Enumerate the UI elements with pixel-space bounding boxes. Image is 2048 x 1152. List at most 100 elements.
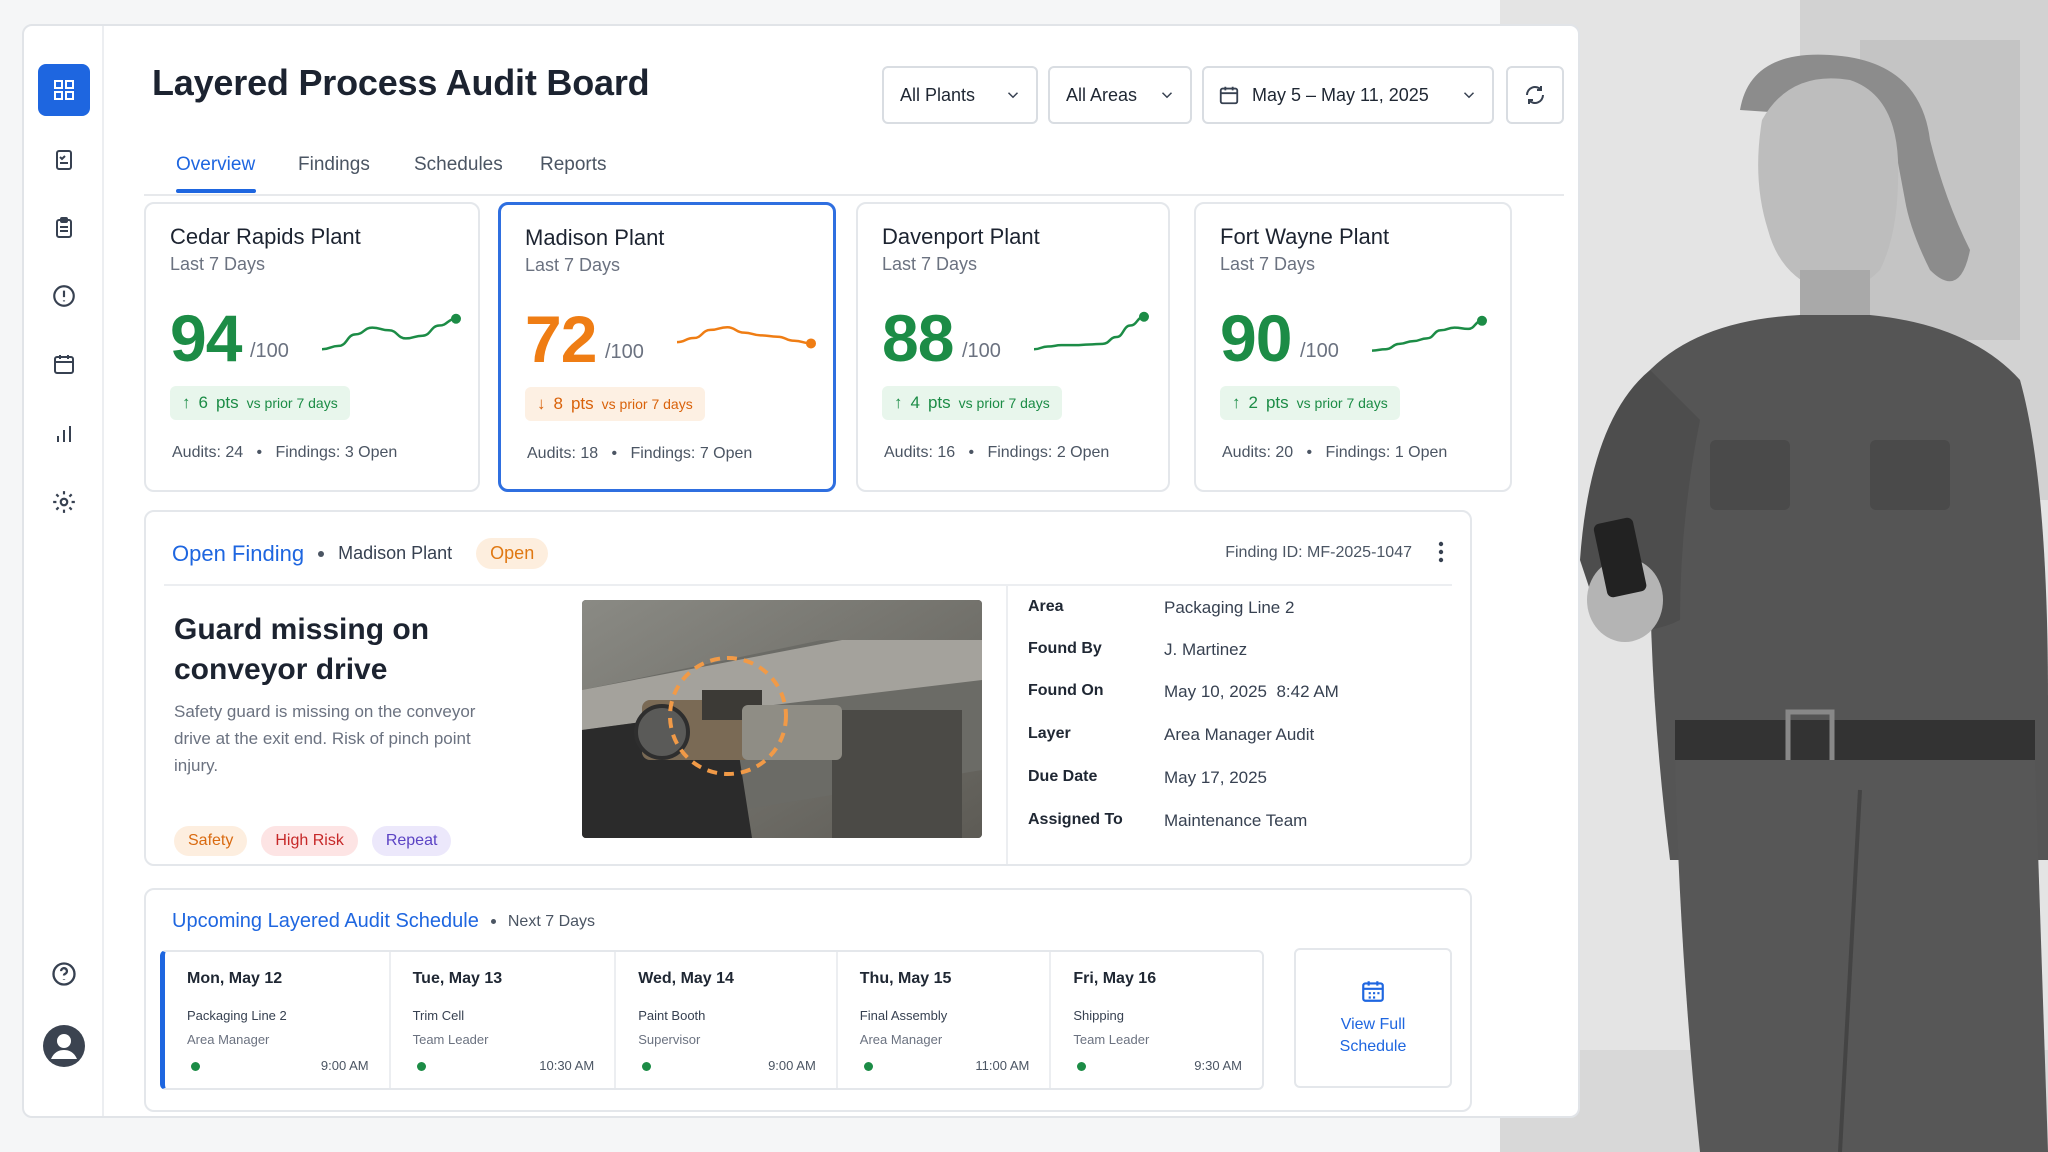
area-filter-dropdown[interactable]: All Areas (1048, 66, 1192, 124)
arrow-up-icon: ↑ (1232, 393, 1241, 412)
day-role: Supervisor (638, 1032, 701, 1047)
sidebar (24, 26, 104, 1116)
schedule-day[interactable]: Wed, May 14 Paint Booth Supervisor 9:00 … (616, 952, 838, 1088)
chevron-down-icon (1161, 92, 1173, 99)
score-delta-badge: ↑ 4 pts vs prior 7 days (882, 386, 1062, 420)
view-full-schedule-button[interactable]: View Full Schedule (1294, 948, 1452, 1088)
plant-period: Last 7 Days (525, 255, 621, 275)
detail-value: J. Martinez (1164, 640, 1248, 659)
score-max: /100 (1300, 340, 1339, 362)
plant-name: Madison Plant (525, 225, 665, 250)
tab-findings[interactable]: Findings (298, 154, 370, 176)
plant-name: Cedar Rapids Plant (170, 224, 361, 249)
plant-period: Last 7 Days (170, 254, 266, 274)
schedule-day[interactable]: Thu, May 15 Final Assembly Area Manager … (838, 952, 1052, 1088)
detail-key: Layer (1028, 725, 1071, 742)
plant-score: 88 (882, 301, 954, 375)
plant-card-cedar-rapids[interactable]: Cedar Rapids Plant Last 7 Days 94 /100 ↑… (144, 202, 480, 492)
help-icon[interactable] (38, 948, 90, 1000)
score-delta-badge: ↑ 6 pts vs prior 7 days (170, 386, 350, 420)
score-delta-badge: ↑ 2 pts vs prior 7 days (1220, 386, 1400, 420)
more-options-icon[interactable] (1436, 540, 1446, 564)
detail-area: Area Packaging Line 2 (1028, 598, 1294, 618)
main-content: Layered Process Audit Board All Plants A… (144, 26, 1578, 1116)
audits-label: Audits: (1222, 444, 1271, 461)
findings-label: Findings: (275, 444, 341, 461)
audits-label: Audits: (884, 444, 933, 461)
delta-note: vs prior 7 days (246, 395, 338, 411)
trend-sparkline (321, 313, 461, 351)
sparkline-endpoint (806, 338, 816, 349)
status-dot (863, 1062, 873, 1071)
plant-filter-label: All Plants (900, 84, 976, 105)
plant-card-fort-wayne[interactable]: Fort Wayne Plant Last 7 Days 90 /100 ↑ 2… (1194, 202, 1512, 492)
audits-count: 20 (1275, 444, 1294, 461)
tag-repeat[interactable]: Repeat (371, 826, 452, 856)
delta-value: 2 (1248, 393, 1258, 412)
clipboard-icon[interactable] (38, 202, 90, 254)
sparkline-path (1371, 319, 1483, 352)
refresh-button[interactable] (1506, 66, 1564, 124)
detail-key: Assigned To (1028, 811, 1123, 828)
status-badge: Open (476, 538, 549, 569)
day-role: Team Leader (412, 1032, 489, 1047)
delta-value: 4 (910, 393, 920, 412)
delta-unit: pts (570, 394, 594, 413)
day-label: Fri, May 16 (1073, 970, 1157, 987)
status-dot (416, 1062, 426, 1071)
calendar-icon[interactable] (38, 338, 90, 390)
finding-id-label: Finding ID: (1225, 544, 1303, 561)
refresh-icon (1526, 86, 1544, 104)
findings-count: 3 Open (344, 444, 398, 461)
findings-count: 2 Open (1056, 444, 1110, 461)
schedule-day[interactable]: Tue, May 13 Trim Cell Team Leader 10:30 … (391, 952, 617, 1088)
trend-sparkline (676, 325, 816, 349)
calendar-icon (1362, 981, 1384, 1002)
finding-id-value: MF-2025-1047 (1307, 544, 1412, 561)
alert-icon[interactable] (38, 270, 90, 322)
audit-meta: Audits: 24 • Findings: 3 Open (172, 444, 398, 461)
tag-high-risk[interactable]: High Risk (261, 826, 358, 856)
sparkline-path (1033, 315, 1145, 351)
sparkline-path (321, 317, 457, 351)
audit-schedule-panel: Upcoming Layered Audit Schedule Next 7 D… (144, 888, 1472, 1112)
schedule-day[interactable]: Mon, May 12 Packaging Line 2 Area Manage… (165, 952, 391, 1088)
detail-key: Due Date (1028, 768, 1098, 785)
plant-card-madison[interactable]: Madison Plant Last 7 Days 72 /100 ↓ 8 pt… (498, 202, 836, 492)
tab-reports[interactable]: Reports (540, 154, 607, 176)
divider (164, 584, 1452, 586)
day-time: 9:30 AM (1194, 1058, 1242, 1073)
schedule-day[interactable]: Fri, May 16 Shipping Team Leader 9:30 AM (1051, 952, 1262, 1088)
tab-schedules[interactable]: Schedules (414, 154, 503, 176)
plant-card-davenport[interactable]: Davenport Plant Last 7 Days 88 /100 ↑ 4 … (856, 202, 1170, 492)
tab-bar: Overview Findings Schedules Reports (144, 134, 1564, 196)
date-range-picker[interactable]: May 5 – May 11, 2025 (1202, 66, 1494, 124)
tab-overview[interactable]: Overview (176, 154, 255, 176)
audits-count: 24 (225, 444, 244, 461)
day-area: Packaging Line 2 (187, 1008, 287, 1023)
delta-value: 6 (198, 393, 208, 412)
open-finding-panel: Open Finding Madison Plant Open Finding … (144, 510, 1472, 866)
score-max: /100 (962, 340, 1001, 362)
audit-meta: Audits: 18 • Findings: 7 Open (527, 445, 753, 462)
dashboard-icon[interactable] (38, 64, 90, 116)
day-role: Area Manager (187, 1032, 270, 1047)
bar-chart-icon[interactable] (38, 408, 90, 460)
findings-count: 7 Open (699, 445, 753, 462)
plant-score: 72 (525, 302, 597, 376)
plant-filter-dropdown[interactable]: All Plants (882, 66, 1038, 124)
delta-unit: pts (1265, 393, 1289, 412)
day-role: Team Leader (1073, 1032, 1150, 1047)
app-window: Layered Process Audit Board All Plants A… (22, 24, 1580, 1118)
delta-unit: pts (927, 393, 951, 412)
checklist-icon[interactable] (38, 134, 90, 186)
finding-tags: Safety High Risk Repeat (174, 826, 452, 856)
user-avatar-icon[interactable] (38, 1020, 90, 1072)
tag-safety[interactable]: Safety (174, 826, 248, 856)
detail-found-on: Found On May 10, 2025 8:42 AM (1028, 682, 1339, 702)
finding-title: Guard missing on conveyor drive (174, 613, 430, 686)
detail-found-by: Found By J. Martinez (1028, 640, 1247, 660)
gear-icon[interactable] (38, 476, 90, 528)
finding-photo[interactable] (582, 600, 982, 838)
finding-header: Open Finding Madison Plant Open (172, 538, 549, 569)
